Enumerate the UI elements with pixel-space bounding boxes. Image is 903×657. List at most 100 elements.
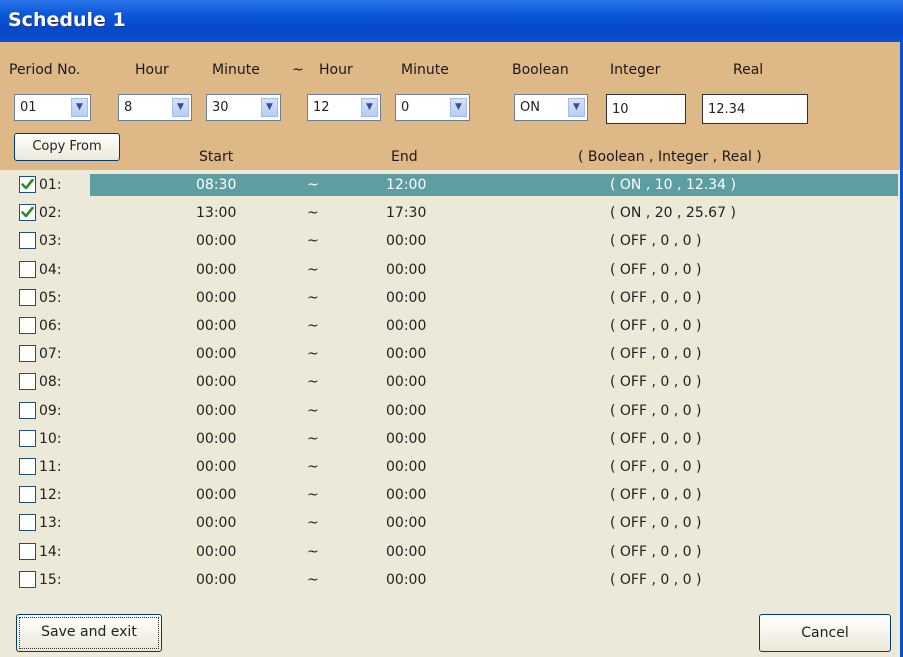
period-number: 05:	[39, 289, 62, 306]
period-checkbox[interactable]	[19, 401, 36, 419]
period-number: 14:	[39, 543, 62, 560]
period-checkbox[interactable]	[19, 232, 36, 250]
integer-input[interactable]: 10	[606, 94, 686, 124]
period-select[interactable]: 01 ▼	[14, 94, 91, 121]
values-column-header: ( Boolean , Integer , Real )	[578, 149, 762, 165]
chevron-down-icon[interactable]: ▼	[568, 98, 585, 117]
period-value: 01	[20, 100, 37, 115]
range-separator: ~	[307, 289, 319, 306]
end-time: 00:00	[386, 515, 427, 532]
period-values: ( OFF , 0 , 0 )	[610, 233, 702, 250]
range-separator: ~	[307, 459, 319, 475]
list-item[interactable]: 13: 00:00 ~00:00 ( OFF , 0 , 0 )	[0, 510, 900, 536]
list-item[interactable]: 12: 00:00 ~00:00 ( OFF , 0 , 0 )	[0, 482, 900, 508]
copy-from-button[interactable]: Copy From	[14, 133, 120, 161]
period-checkbox[interactable]	[19, 429, 36, 447]
period-checkbox[interactable]	[19, 514, 36, 532]
range-separator: ~	[307, 487, 319, 504]
period-checkbox[interactable]	[19, 288, 36, 306]
list-item[interactable]: 15: 00:00 ~00:00 ( OFF , 0 , 0 )	[0, 567, 900, 593]
list-item[interactable]: 08: 00:00 ~00:00 ( OFF , 0 , 0 )	[0, 369, 900, 395]
range-separator: ~	[307, 233, 319, 250]
period-checkbox[interactable]	[19, 260, 36, 278]
chevron-down-icon[interactable]: ▼	[261, 98, 278, 117]
boolean-select[interactable]: ON ▼	[514, 94, 588, 121]
real-value: 12.34	[708, 102, 746, 117]
list-item[interactable]: 04: 00:00 ~00:00 ( OFF , 0 , 0 )	[0, 257, 900, 283]
start-time: 00:00	[196, 318, 237, 334]
list-item[interactable]: 09: 00:00 ~00:00 ( OFF , 0 , 0 )	[0, 398, 900, 424]
list-item[interactable]: 06: 00:00 ~00:00 ( OFF , 0 , 0 )	[0, 313, 900, 339]
range-separator: ~	[307, 205, 319, 222]
list-item[interactable]: 02: 13:00 ~17:30 ( ON , 20 , 25.67 )	[0, 200, 900, 226]
list-item[interactable]: 11: 00:00 ~00:00 ( OFF , 0 , 0 )	[0, 454, 900, 480]
start-time: 00:00	[196, 543, 237, 560]
cancel-button[interactable]: Cancel	[759, 614, 891, 652]
period-checkbox[interactable]	[19, 542, 36, 560]
period-number: 11:	[39, 459, 62, 475]
save-and-exit-button[interactable]: Save and exit	[16, 614, 162, 652]
period-number: 12:	[39, 487, 62, 504]
period-label: Period No.	[9, 62, 81, 78]
period-number: 10:	[39, 430, 62, 447]
period-checkbox[interactable]	[19, 204, 36, 222]
period-checkbox[interactable]	[19, 458, 36, 475]
list-item[interactable]: 07: 00:00 ~00:00 ( OFF , 0 , 0 )	[0, 341, 900, 367]
start-hour-select[interactable]: 8 ▼	[118, 94, 192, 121]
real-input[interactable]: 12.34	[702, 94, 808, 124]
chevron-down-icon[interactable]: ▼	[450, 98, 467, 117]
start-time: 00:00	[196, 346, 237, 363]
end-minute-value: 0	[401, 100, 410, 115]
integer-value: 10	[612, 102, 629, 117]
list-item[interactable]: 14: 00:00 ~00:00 ( OFF , 0 , 0 )	[0, 539, 900, 565]
period-checkbox[interactable]	[19, 373, 36, 391]
start-time: 00:00	[196, 402, 237, 419]
range-separator: ~	[307, 374, 319, 391]
list-item[interactable]: 10: 00:00 ~00:00 ( OFF , 0 , 0 )	[0, 426, 900, 452]
start-time: 00:00	[196, 571, 237, 588]
end-time: 00:00	[386, 374, 427, 391]
end-hour-label: Hour	[319, 62, 353, 78]
period-number: 08:	[39, 374, 62, 391]
start-time: 00:00	[196, 459, 237, 475]
start-time: 00:00	[196, 233, 237, 250]
end-time: 12:00	[386, 177, 427, 193]
end-time: 00:00	[386, 430, 427, 447]
period-checkbox[interactable]	[19, 570, 36, 588]
period-checkbox[interactable]	[19, 345, 36, 363]
start-minute-select[interactable]: 30 ▼	[206, 94, 281, 121]
period-values: ( OFF , 0 , 0 )	[610, 487, 702, 504]
start-time: 00:00	[196, 374, 237, 391]
list-item[interactable]: 01: 08:30 ~12:00 ( ON , 10 , 12.34 )	[0, 172, 900, 198]
chevron-down-icon[interactable]: ▼	[71, 98, 88, 117]
period-number: 15:	[39, 571, 62, 588]
chevron-down-icon[interactable]: ▼	[361, 98, 378, 117]
end-time: 00:00	[386, 571, 427, 588]
end-minute-select[interactable]: 0 ▼	[395, 94, 470, 121]
start-time: 00:00	[196, 261, 237, 278]
period-checkbox[interactable]	[19, 176, 36, 193]
period-values: ( OFF , 0 , 0 )	[610, 571, 702, 588]
period-number: 04:	[39, 261, 62, 278]
start-column-header: Start	[199, 149, 234, 165]
period-number: 06:	[39, 318, 62, 334]
end-time: 00:00	[386, 233, 427, 250]
period-values: ( OFF , 0 , 0 )	[610, 374, 702, 391]
list-item[interactable]: 05: 00:00 ~00:00 ( OFF , 0 , 0 )	[0, 285, 900, 311]
start-time: 00:00	[196, 289, 237, 306]
real-label: Real	[733, 62, 764, 78]
range-separator: ~	[307, 261, 319, 278]
start-time: 00:00	[196, 430, 237, 447]
period-checkbox[interactable]	[19, 486, 36, 504]
chevron-down-icon[interactable]: ▼	[172, 98, 189, 117]
end-hour-select[interactable]: 12 ▼	[307, 94, 381, 121]
range-separator: ~	[307, 318, 319, 334]
start-time: 00:00	[196, 487, 237, 504]
list-item[interactable]: 03: 00:00 ~00:00 ( OFF , 0 , 0 )	[0, 228, 900, 254]
start-time: 08:30	[196, 177, 237, 193]
period-number: 13:	[39, 515, 62, 532]
period-values: ( OFF , 0 , 0 )	[610, 289, 702, 306]
period-checkbox[interactable]	[19, 317, 36, 334]
end-time: 00:00	[386, 487, 427, 504]
boolean-label: Boolean	[512, 62, 569, 78]
